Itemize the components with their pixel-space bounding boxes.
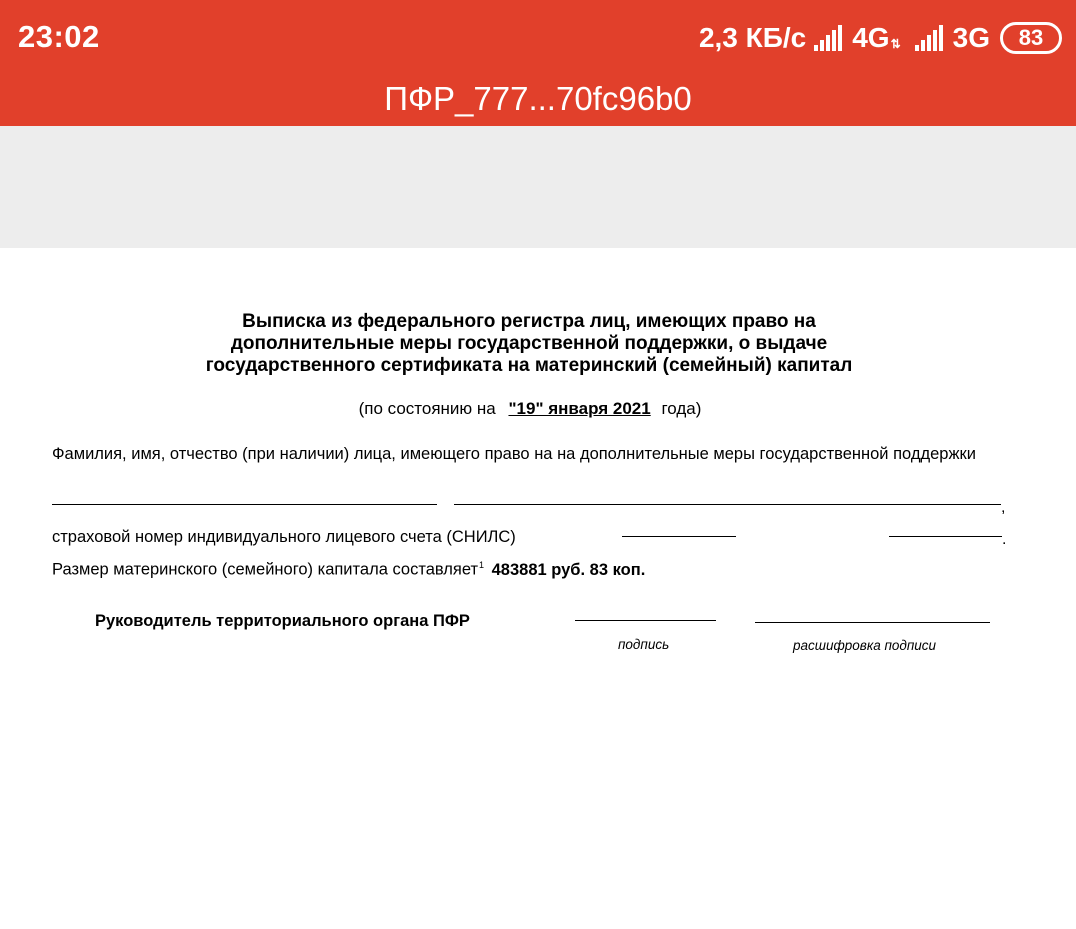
capital-label: Размер материнского (семейного) капитала… bbox=[52, 560, 479, 579]
capital-footnote: 1 bbox=[479, 560, 485, 570]
fio-label: Фамилия, имя, отчество (при наличии) лиц… bbox=[52, 445, 976, 463]
document-title[interactable]: ПФР_777...70fc96b0 bbox=[0, 80, 1076, 118]
fio-underline-1 bbox=[52, 504, 437, 505]
heading-line-2: дополнительные меры государственной подд… bbox=[230, 333, 828, 354]
snils-underline-1 bbox=[622, 536, 736, 537]
fio-comma: , bbox=[1001, 499, 1006, 516]
viewer-toolbar-area bbox=[0, 126, 1076, 248]
decoding-caption: расшифровка подписи bbox=[793, 638, 937, 653]
network-type-4g: 4G bbox=[852, 22, 890, 53]
signal-strength-icon-2 bbox=[914, 25, 945, 51]
network-type-3g: 3G bbox=[952, 22, 990, 53]
as-of-prefix: (по состоянию на bbox=[358, 399, 496, 418]
status-bar: 23:02 2,3 КБ/с 4G ⇅ 3G 83 bbox=[0, 0, 1076, 72]
heading-line-1: Выписка из федерального регистра лиц, им… bbox=[242, 311, 816, 332]
document-heading: Выписка из федерального регистра лиц, им… bbox=[0, 311, 1058, 377]
head-of-office-label: Руководитель территориального органа ПФР bbox=[95, 612, 470, 630]
signal-strength-icon bbox=[814, 25, 844, 51]
capital-amount: 483881 руб. 83 коп. bbox=[491, 560, 646, 579]
data-transfer-icon: ⇅ bbox=[890, 37, 901, 51]
capital-line: Размер материнского (семейного) капитала… bbox=[52, 560, 645, 580]
status-time: 23:02 bbox=[18, 19, 100, 54]
signature-underline bbox=[575, 620, 716, 621]
snils-period: . bbox=[1002, 531, 1007, 548]
snils-label: страховой номер индивидуального лицевого… bbox=[52, 528, 516, 546]
as-of-date-line: (по состоянию на "19" января 2021 года) bbox=[0, 399, 1060, 419]
signature-caption: подпись bbox=[618, 637, 670, 652]
app-bar: 23:02 2,3 КБ/с 4G ⇅ 3G 83 ПФР_777...70fc… bbox=[0, 0, 1076, 126]
network-speed: 2,3 КБ/с bbox=[698, 22, 807, 53]
heading-line-3: государственного сертификата на материнс… bbox=[205, 355, 853, 376]
fio-underline-2 bbox=[454, 504, 1001, 505]
as-of-date: "19" января 2021 bbox=[508, 399, 651, 418]
battery-level: 83 bbox=[1018, 25, 1044, 50]
snils-underline-2 bbox=[889, 536, 1002, 537]
document-page: Выписка из федерального регистра лиц, им… bbox=[0, 248, 1076, 929]
as-of-suffix: года) bbox=[661, 399, 702, 418]
status-indicators: 2,3 КБ/с 4G ⇅ 3G 83 bbox=[699, 20, 1062, 56]
decoding-underline bbox=[755, 622, 990, 623]
battery-icon: 83 bbox=[1000, 22, 1062, 54]
